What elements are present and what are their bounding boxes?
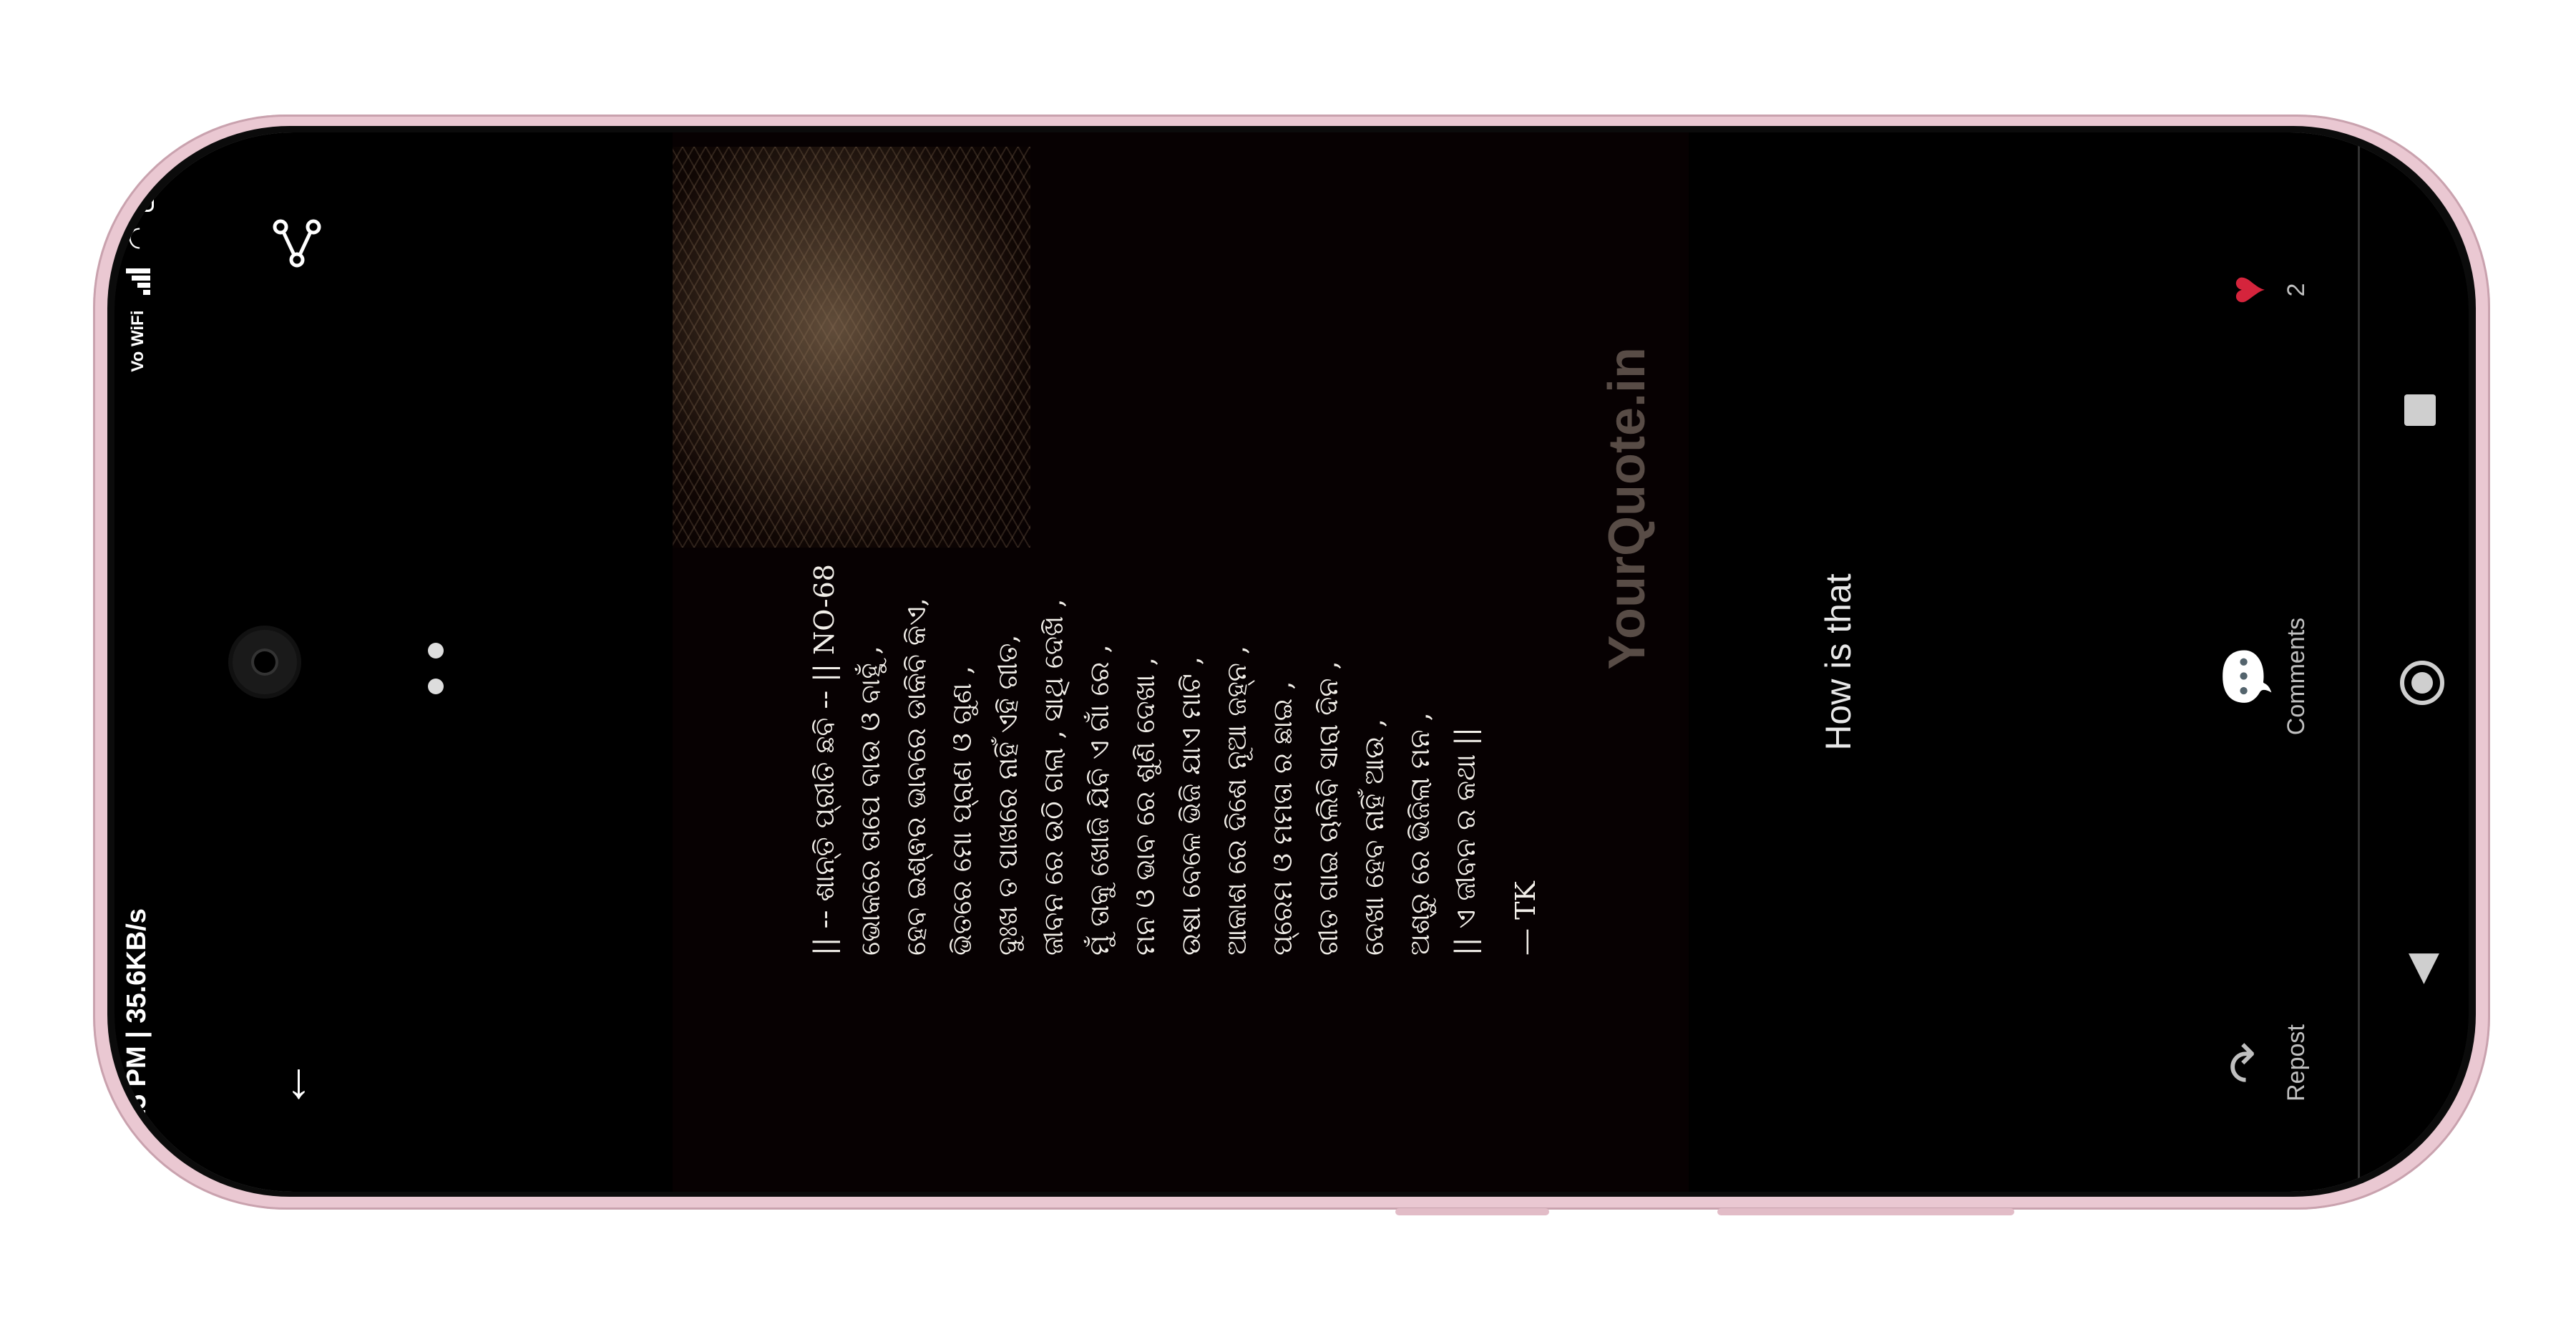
comments-button[interactable]: 💬 Comments — [2218, 591, 2311, 762]
status-icons: Vo WiFi ◠ 47 — [122, 175, 154, 372]
quote-line: ପ୍ରେମ ଓ ମମତା ର ଛାଇ , — [1267, 681, 1298, 956]
status-bar: 5:15 PM | 35.6KB/s Vo WiFi ◠ 47 — [114, 132, 165, 1192]
quote-line: || ଏ ଜୀବନ ର କଥା || — [1450, 727, 1481, 956]
quote-line: ଗୀତ ଗାଇ ଚାଲିବି ସାରା ଦିନ , — [1312, 661, 1344, 956]
wifi-icon: ◠ — [123, 228, 153, 249]
comments-label: Comments — [2283, 617, 2310, 736]
network-label: Vo WiFi — [127, 310, 147, 372]
nav-back-icon[interactable]: ◀ — [2397, 953, 2444, 984]
repost-icon: ↷ — [2219, 1041, 2275, 1084]
quote-line: ଭିତରେ ମୋ ପ୍ରାଣ ଓ ଗୁଣ , — [946, 666, 977, 956]
repost-label: Repost — [2283, 1024, 2310, 1102]
front-camera — [233, 630, 297, 694]
quote-line: ମନ ଓ ଭାବ ରେ ଶୁଣି ଦେଖା , — [1129, 657, 1161, 956]
more-dots-icon[interactable] — [415, 601, 458, 723]
nav-recents-icon[interactable] — [2404, 394, 2436, 426]
status-time: 5:15 PM | 35.6KB/s — [122, 908, 152, 1149]
quote-image[interactable]: || -- ଶାନ୍ତି ପ୍ରୀତି ଛବି -- || NO-68 ଭୋକର… — [673, 132, 1689, 1192]
quote-line: ଅଶ୍ରୁ ରେ ଭିଜିଲା ମନ , — [1404, 712, 1435, 956]
nav-home-icon[interactable] — [2400, 661, 2444, 705]
back-arrow-icon[interactable]: ← — [262, 1059, 318, 1109]
app-screen: 5:15 PM | 35.6KB/s Vo WiFi ◠ 47 ← || -- … — [114, 132, 2469, 1192]
repost-button[interactable]: ↷ Repost — [2218, 977, 2311, 1149]
nav-divider — [2358, 132, 2360, 1192]
power-button — [1717, 1208, 2014, 1215]
battery-icon: 47 — [122, 175, 154, 213]
heart-icon: ♥ — [2219, 275, 2275, 305]
quote-line: ଜୀବନ ରେ ଉଠି ଗଲା , ସାଥି ଦେଖି , — [1038, 598, 1069, 956]
quote-line: ଆକାଶ ରେ ଦିଶେ ନୂଆ ଜହ୍ନ , — [1221, 645, 1252, 956]
action-bar: ↷ Repost 💬 Comments ♥ 2 — [2204, 132, 2390, 1192]
yourquote-watermark: YourQuote.in — [1599, 347, 1656, 670]
quote-line: || -- ଶାନ୍ତି ପ୍ରୀତି ଛବି -- || NO-68 — [809, 564, 840, 956]
likes-count: 2 — [2283, 283, 2310, 297]
quote-line: ହେବ ଇଶ୍ଵର ଭାବରେ ଡାକିବି କିଏ, — [900, 598, 932, 956]
quote-line: ମୁଁ ତାକୁ ଖୋଜି ଯିବି ଏ ଗାଁ ରେ , — [1083, 644, 1115, 956]
quote-text: || -- ଶାନ୍ତି ପ୍ରୀତି ଛବି -- || NO-68 ଭୋକର… — [801, 132, 1548, 956]
signal-icon — [125, 265, 150, 295]
share-icon[interactable] — [272, 218, 322, 268]
quote-line: ଭୋକରେ ତାପେ ବାଉ ଓ ବାହୁଁ , — [854, 646, 886, 956]
volume-button — [1395, 1208, 1549, 1215]
quote-line: ଦୁଃଖ ତ ପାଖରେ ନାହିଁ ଏହି ଗୀତ, — [992, 634, 1023, 956]
system-nav-bar: ◀ — [2383, 132, 2469, 1192]
post-caption: How is that — [1818, 573, 1858, 751]
phone-screen: 5:15 PM | 35.6KB/s Vo WiFi ◠ 47 ← || -- … — [114, 132, 2469, 1192]
like-button[interactable]: ♥ 2 — [2218, 204, 2311, 376]
quote-signature: — TK — [1510, 881, 1541, 956]
comments-icon: 💬 — [2219, 645, 2275, 708]
quote-line: ଦେଖା ହେବ ନାହିଁ ଆଉ , — [1358, 719, 1390, 956]
quote-line: ଉଷା ବେଳେ ଭିଜି ଯାଏ ମାଟି , — [1175, 656, 1206, 956]
